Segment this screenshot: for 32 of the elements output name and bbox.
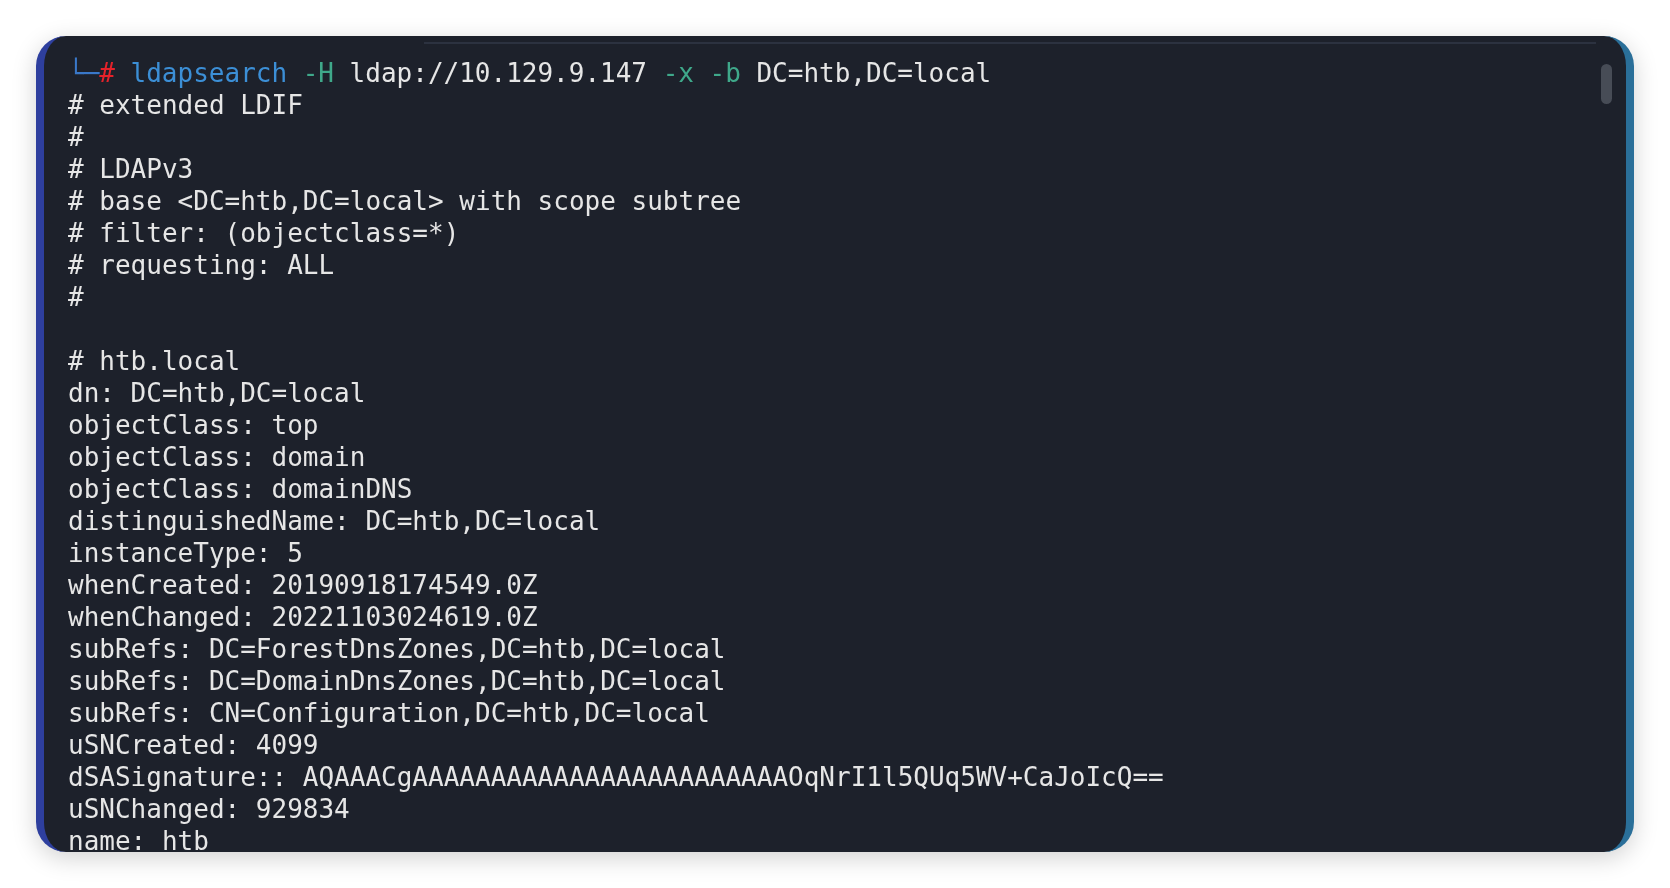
output-line: whenCreated: 20190918174549.0Z <box>68 570 538 600</box>
output-line: # requesting: ALL <box>68 250 335 280</box>
output-line: subRefs: DC=ForestDnsZones,DC=htb,DC=local <box>68 634 726 664</box>
output-line: # <box>68 122 84 152</box>
command-token: ldapsearch <box>130 58 288 88</box>
output-line: # htb.local <box>68 346 241 376</box>
output-line: subRefs: CN=Configuration,DC=htb,DC=local <box>68 698 710 728</box>
command-token: -b <box>709 58 741 88</box>
output-line: # LDAPv3 <box>68 154 194 184</box>
command-token: -x <box>662 58 694 88</box>
output-line: instanceType: 5 <box>68 538 303 568</box>
output-line: dSASignature:: AQAAACgAAAAAAAAAAAAAAAAAAAAAAAAOqNrI1l5QUq5WV+CaJoIcQ== <box>68 762 1164 792</box>
command-token: -H <box>302 58 334 88</box>
scrollbar-thumb[interactable] <box>1601 64 1612 104</box>
output-line: # filter: (objectclass=*) <box>68 218 460 248</box>
output-line: name: htb <box>68 826 209 852</box>
output-line: whenChanged: 20221103024619.0Z <box>68 602 538 632</box>
command-token: ldap://10.129.9.147 <box>349 58 648 88</box>
prompt-corner: └─ <box>68 58 100 88</box>
output-line: uSNChanged: 929834 <box>68 794 350 824</box>
output-line: # base <DC=htb,DC=local> with scope subtree <box>68 186 742 216</box>
output-line: distinguishedName: DC=htb,DC=local <box>68 506 601 536</box>
output-line: uSNCreated: 4099 <box>68 730 319 760</box>
output-line: subRefs: DC=DomainDnsZones,DC=htb,DC=local <box>68 666 726 696</box>
command-token: DC=htb,DC=local <box>756 58 992 88</box>
output-line: objectClass: domain <box>68 442 366 472</box>
output-line: dn: DC=htb,DC=local <box>68 378 366 408</box>
output-line: objectClass: top <box>68 410 319 440</box>
output-line: # <box>68 282 84 312</box>
output-line: objectClass: domainDNS <box>68 474 413 504</box>
output-line: # extended LDIF <box>68 90 303 120</box>
prompt-symbol: # <box>99 58 115 88</box>
